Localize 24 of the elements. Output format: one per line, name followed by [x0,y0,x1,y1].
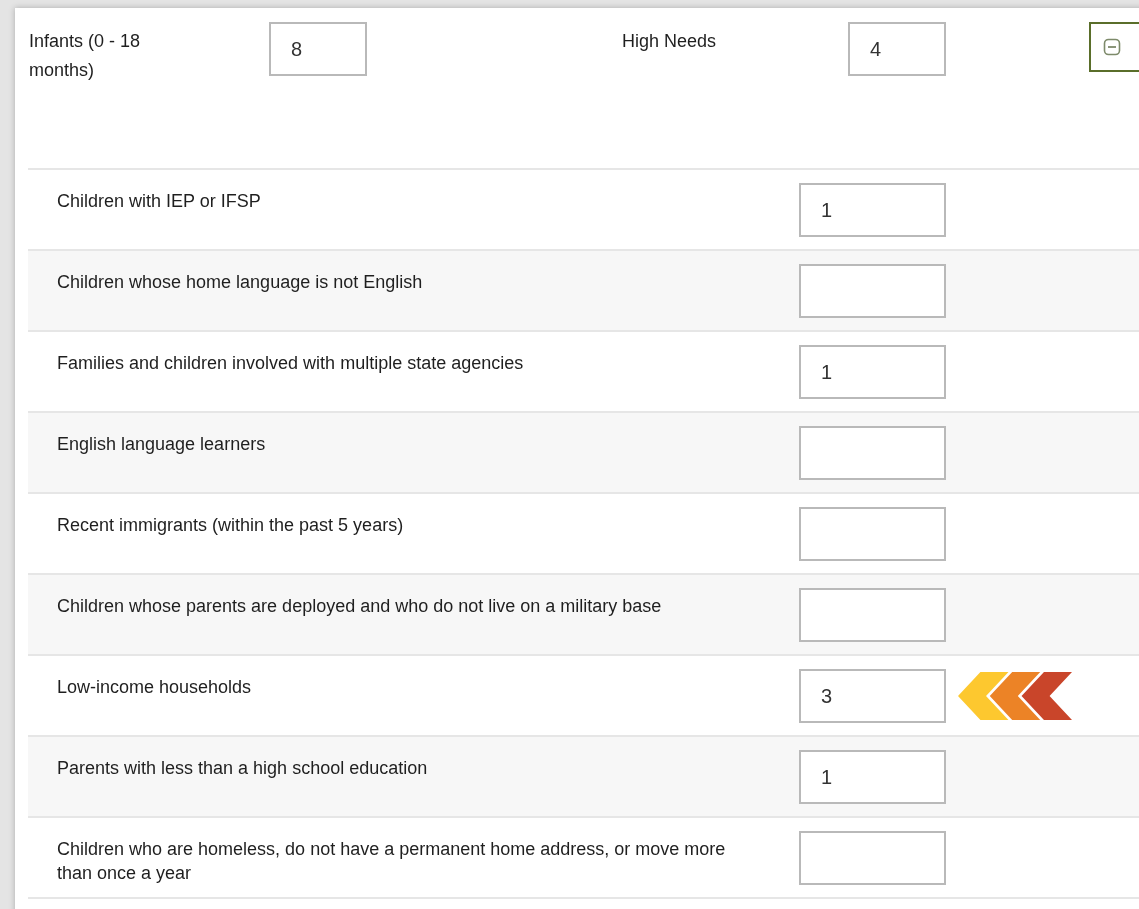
input-field[interactable] [799,507,946,561]
input-field[interactable]: 8 [269,22,367,76]
input-field[interactable]: 1 [799,345,946,399]
row-label: Children who are homeless, do not have a permanent home address, or move more than once a year [57,838,727,885]
collapse-icon [1103,38,1121,56]
input-field[interactable] [799,831,946,885]
row-label: Recent immigrants (within the past 5 years) [57,514,405,537]
row-label: Low-income households [57,676,253,699]
input-field[interactable]: 1 [799,750,946,804]
input-field[interactable] [799,426,946,480]
input-field[interactable] [799,588,946,642]
input-field[interactable]: 4 [848,22,946,76]
input-field[interactable] [799,264,946,318]
row-label: English language learners [57,433,267,456]
collapse-button[interactable] [1089,22,1139,72]
row-label: Children with IEP or IFSP [57,190,262,213]
input-field[interactable]: 3 [799,669,946,723]
row-label: Parents with less than a high school education [57,757,429,780]
field-label: Infants (0 - 18 months) [29,30,142,82]
row-label: Children whose parents are deployed and who do not live on a military base [57,595,663,618]
row-label: Families and children involved with multiple state agencies [57,352,525,375]
input-field[interactable]: 1 [799,183,946,237]
field-label: High Needs [622,30,718,53]
row-label: Children whose home language is not English [57,271,424,294]
